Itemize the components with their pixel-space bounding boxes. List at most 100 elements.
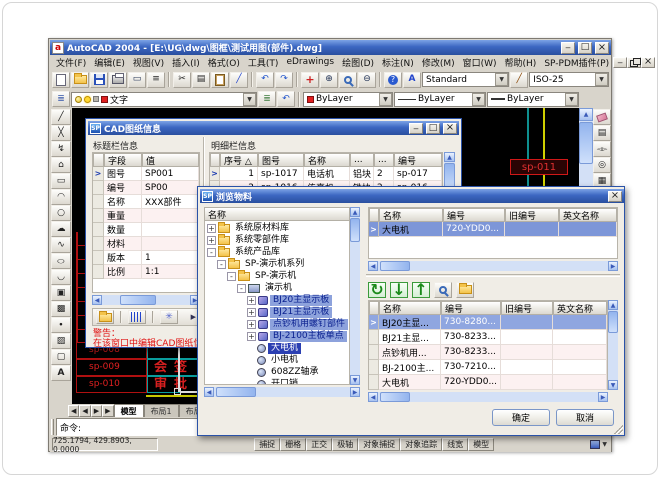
menu-modify[interactable]: 修改(M) [418, 55, 459, 70]
scroll-thumb[interactable] [350, 218, 360, 242]
linetype-combo[interactable]: ByLayer [394, 92, 486, 107]
material-tree[interactable]: 系统原材料库 系统零部件库 系统产品库 SP-演示机系列 SP-演示机 演示机 … [204, 221, 350, 385]
point-button[interactable] [51, 317, 71, 333]
hatch-button[interactable] [51, 333, 71, 349]
make-object-layer-current-button[interactable] [258, 91, 276, 107]
copy-object-button[interactable] [593, 125, 611, 141]
save-button[interactable] [90, 72, 108, 88]
close-button[interactable] [595, 42, 609, 54]
scroll-thumb[interactable] [579, 122, 593, 164]
refresh-button[interactable] [368, 282, 386, 298]
tree-expander-icon[interactable] [207, 224, 216, 233]
construction-line-button[interactable] [51, 125, 71, 141]
fields-button[interactable] [128, 310, 146, 324]
tab-prev-button[interactable] [79, 405, 90, 417]
menu-window[interactable]: 窗口(W) [459, 55, 501, 70]
lineweight-toggle[interactable]: 线宽 [442, 438, 468, 451]
text-style-dropdown[interactable] [495, 73, 508, 86]
layer-combo[interactable]: 文字 [71, 92, 257, 107]
browse-close-button[interactable] [608, 191, 622, 202]
cancel-button[interactable]: 取消 [556, 409, 614, 426]
lineweight-combo[interactable]: ByLayer [487, 92, 579, 107]
column-header[interactable]: 编号 [441, 301, 501, 315]
menu-edrawings[interactable]: eDrawings [282, 56, 338, 68]
column-header[interactable]: 旧编号 [505, 208, 559, 222]
toolbar-overflow-button[interactable] [191, 313, 196, 321]
table-row[interactable]: > 图号 SP001 [93, 167, 199, 181]
menu-file[interactable]: 文件(F) [52, 55, 90, 70]
table-row[interactable]: 名称 XXX部件 [93, 195, 199, 209]
cad-info-maximize-button[interactable] [426, 123, 440, 134]
tree-item[interactable]: 大电机 [205, 342, 349, 354]
scroll-thumb[interactable] [380, 261, 410, 271]
tree-item[interactable]: 系统原材料库 [205, 222, 349, 234]
bottom-table-hscrollbar[interactable] [368, 392, 608, 402]
tab-first-button[interactable] [68, 405, 79, 417]
column-header[interactable]: 值 [142, 153, 199, 167]
scroll-thumb[interactable] [120, 295, 156, 305]
table-row[interactable]: 版本 1 [93, 251, 199, 265]
menu-draw[interactable]: 绘图(D) [338, 55, 378, 70]
table-row[interactable]: 比例 1:1 [93, 265, 199, 279]
undo-button[interactable] [256, 72, 274, 88]
revision-cloud-button[interactable] [51, 221, 71, 237]
tree-item[interactable]: BJ20主显示板 [205, 294, 349, 306]
redo-button[interactable] [275, 72, 293, 88]
menu-dimension[interactable]: 标注(N) [378, 55, 418, 70]
column-header[interactable]: 名称 [304, 153, 350, 167]
linetype-dropdown[interactable] [472, 93, 485, 106]
tree-expander-icon[interactable] [217, 260, 226, 269]
scroll-left-button[interactable] [204, 387, 214, 397]
scroll-left-button[interactable] [92, 295, 102, 305]
import-button[interactable] [390, 282, 408, 298]
material-list-table[interactable]: 名称 编号 旧编号 英文名称 > BJ20主显... 730-8280... B… [368, 300, 608, 390]
scroll-up-button[interactable] [608, 300, 618, 310]
title-block-table[interactable]: 字段 值 > 图号 SP001 编号 SP00 名称 XXX部件 重量 数量 [92, 152, 200, 293]
polyline-button[interactable] [51, 141, 71, 157]
tree-expander-icon[interactable] [237, 284, 246, 293]
ok-button[interactable]: 确定 [492, 409, 550, 426]
zoom-realtime-button[interactable] [320, 72, 338, 88]
open-folder-button[interactable] [456, 282, 474, 298]
cad-info-title-bar[interactable]: SP CAD图纸信息 [88, 121, 459, 135]
cad-info-close-button[interactable] [443, 123, 457, 134]
tree-item[interactable]: 系统产品库 [205, 246, 349, 258]
table-row[interactable]: 重量 [93, 209, 199, 223]
tree-expander-icon[interactable] [247, 308, 256, 317]
tree-expander-icon[interactable] [207, 248, 216, 257]
column-header[interactable]: 字段 [104, 153, 142, 167]
command-window-grip[interactable] [51, 419, 54, 435]
dim-style-dropdown[interactable] [595, 73, 608, 86]
cad-info-minimize-button[interactable] [409, 123, 423, 134]
table-row[interactable]: BJ21主显... 730-8233... [369, 330, 607, 345]
color-combo[interactable]: ByLayer [303, 92, 393, 107]
tree-header[interactable]: 名称 [204, 207, 350, 221]
doc-minimize-button[interactable] [613, 57, 627, 68]
column-header[interactable]: 编号 [394, 153, 442, 167]
minimize-button[interactable] [561, 42, 575, 54]
table-row[interactable]: 材料 [93, 237, 199, 251]
menu-insert[interactable]: 插入(I) [168, 55, 204, 70]
menu-view[interactable]: 视图(V) [129, 55, 168, 70]
make-block-button[interactable] [51, 301, 71, 317]
scroll-up-button[interactable] [579, 108, 593, 121]
maximize-button[interactable] [578, 42, 592, 54]
export-button[interactable] [412, 282, 430, 298]
browse-title-bar[interactable]: SP 浏览物料 [200, 189, 624, 203]
region-button[interactable] [51, 349, 71, 365]
scroll-up-button[interactable] [350, 207, 360, 217]
column-header[interactable]: 英文名称 [559, 208, 617, 222]
grid-toggle[interactable]: 栅格 [280, 438, 306, 451]
zoom-previous-button[interactable] [358, 72, 376, 88]
column-header[interactable]: 名称 [379, 301, 441, 315]
match-properties-button[interactable] [230, 72, 248, 88]
mirror-button[interactable] [593, 141, 611, 157]
dim-style-tool[interactable] [510, 72, 528, 88]
tree-item[interactable]: SP-演示机系列 [205, 258, 349, 270]
osnap-toggle[interactable]: 对象捕捉 [358, 438, 400, 451]
tree-item[interactable]: BJ21主显示板 [205, 306, 349, 318]
color-dropdown[interactable] [379, 93, 392, 106]
tree-item[interactable]: 演示机 [205, 282, 349, 294]
column-header[interactable]: 序号 △ [220, 153, 258, 167]
line-button[interactable] [51, 109, 71, 125]
